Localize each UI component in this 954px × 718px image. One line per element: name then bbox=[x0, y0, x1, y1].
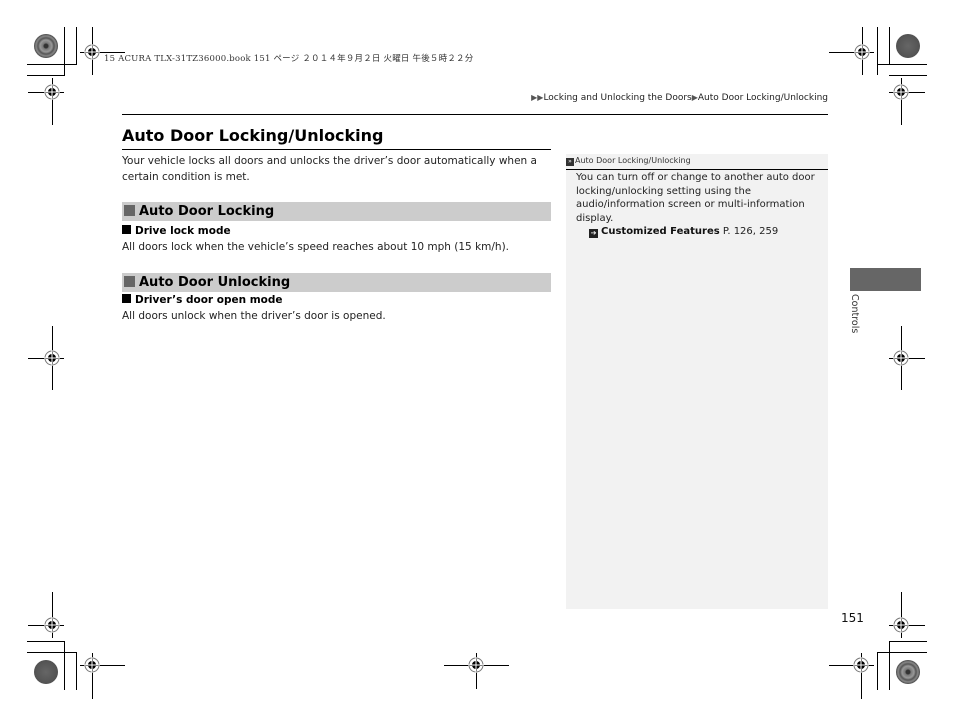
section-heading-text: Auto Door Unlocking bbox=[139, 275, 291, 290]
crop-line bbox=[27, 64, 77, 65]
reference-arrow-icon: ➔ bbox=[589, 229, 598, 238]
color-rosette-icon bbox=[896, 34, 920, 58]
double-arrow-icon: ▶▶ bbox=[531, 93, 544, 102]
title-divider bbox=[122, 149, 551, 150]
sidebar-heading-text: Auto Door Locking/Unlocking bbox=[575, 156, 691, 165]
registration-mark-icon bbox=[893, 350, 909, 366]
registration-mark-icon bbox=[853, 657, 869, 673]
body-text: All doors lock when the vehicle’s speed … bbox=[122, 241, 510, 253]
sub-heading-text: Drive lock mode bbox=[135, 225, 231, 237]
sidebar-note: » Auto Door Locking/Unlocking You can tur… bbox=[566, 154, 828, 609]
crop-line bbox=[889, 641, 890, 690]
intro-paragraph: Your vehicle locks all doors and unlocks… bbox=[122, 155, 537, 183]
section-heading-auto-door-locking: Auto Door Locking bbox=[122, 202, 551, 221]
color-rosette-icon bbox=[896, 660, 920, 684]
sidebar-body: You can turn off or change to another au… bbox=[576, 171, 821, 239]
registration-mark-icon bbox=[893, 84, 909, 100]
registration-mark-icon bbox=[44, 350, 60, 366]
crop-line bbox=[889, 75, 927, 76]
page-title: Auto Door Locking/Unlocking bbox=[122, 126, 384, 145]
crop-line bbox=[877, 652, 878, 690]
double-chevron-icon: » bbox=[566, 158, 574, 166]
chapter-tab[interactable] bbox=[850, 268, 921, 291]
print-job-info: 15 ACURA TLX-31TZ36000.book 151 ページ ２０１４… bbox=[104, 54, 474, 64]
color-rosette-icon bbox=[34, 34, 58, 58]
crop-line bbox=[76, 652, 77, 690]
crop-line bbox=[877, 652, 927, 653]
crop-line bbox=[889, 27, 890, 64]
registration-mark-icon bbox=[84, 657, 100, 673]
square-bullet-icon bbox=[124, 276, 135, 287]
chapter-tab-label: Controls bbox=[849, 294, 860, 334]
registration-mark-icon bbox=[44, 617, 60, 633]
crop-line bbox=[64, 641, 65, 690]
registration-mark-icon bbox=[854, 44, 870, 60]
registration-mark-icon bbox=[84, 44, 100, 60]
registration-mark-icon bbox=[893, 617, 909, 633]
sidebar-text: You can turn off or change to another au… bbox=[576, 172, 815, 224]
crop-line bbox=[27, 641, 65, 642]
breadcrumb-item[interactable]: Auto Door Locking/Unlocking bbox=[698, 93, 828, 103]
crop-line bbox=[877, 64, 927, 65]
reference-label[interactable]: Customized Features bbox=[601, 226, 720, 237]
crop-line bbox=[27, 652, 77, 653]
sub-heading-drive-lock-mode: Drive lock mode bbox=[122, 225, 231, 237]
square-bullet-icon bbox=[124, 205, 135, 216]
cross-reference[interactable]: ➔ Customized Features P. 126, 259 bbox=[576, 225, 821, 239]
breadcrumb: ▶▶Locking and Unlocking the Doors▶Auto D… bbox=[531, 93, 828, 103]
square-bullet-icon bbox=[122, 225, 131, 234]
crop-line bbox=[877, 27, 878, 75]
square-bullet-icon bbox=[122, 294, 131, 303]
section-heading-text: Auto Door Locking bbox=[139, 204, 275, 219]
reference-pages[interactable]: P. 126, 259 bbox=[723, 226, 778, 237]
crop-line bbox=[64, 27, 65, 75]
page-number: 151 bbox=[841, 611, 864, 625]
color-rosette-icon bbox=[34, 660, 58, 684]
body-text: All doors unlock when the driver’s door … bbox=[122, 310, 386, 322]
crop-line bbox=[76, 27, 77, 64]
sub-heading-text: Driver’s door open mode bbox=[135, 294, 283, 306]
crop-line bbox=[27, 75, 65, 76]
registration-mark-icon bbox=[468, 657, 484, 673]
header-divider bbox=[122, 114, 828, 115]
breadcrumb-item[interactable]: Locking and Unlocking the Doors bbox=[543, 93, 691, 103]
registration-mark-icon bbox=[44, 84, 60, 100]
sidebar-heading: » Auto Door Locking/Unlocking bbox=[566, 154, 828, 170]
sub-heading-drivers-door-open-mode: Driver’s door open mode bbox=[122, 294, 283, 306]
section-heading-auto-door-unlocking: Auto Door Unlocking bbox=[122, 273, 551, 292]
crop-line bbox=[889, 641, 927, 642]
